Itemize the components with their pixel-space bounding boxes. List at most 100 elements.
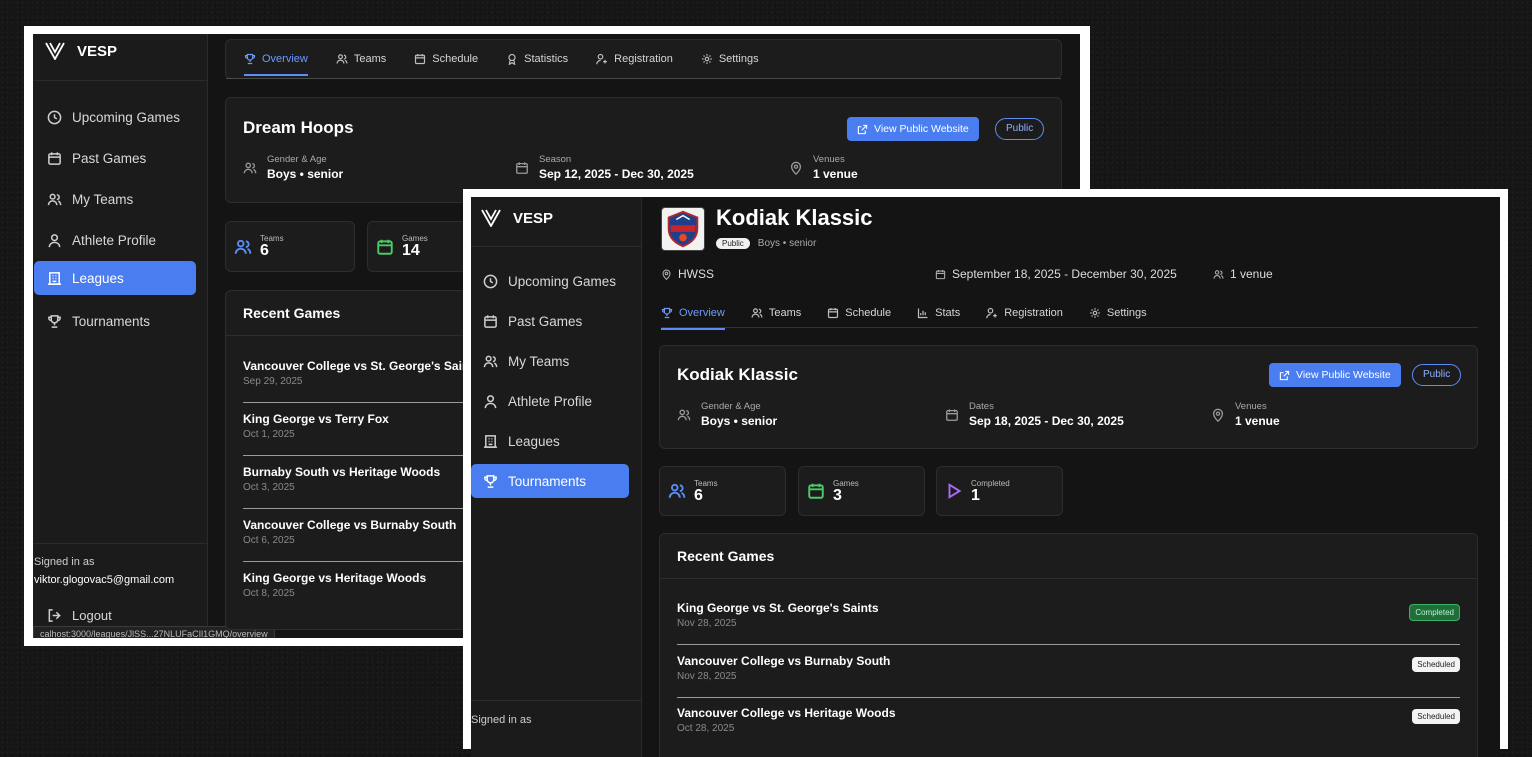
sidebar-item-label: Athlete Profile	[508, 393, 593, 409]
sidebar-item-leagues[interactable]: Leagues	[34, 261, 196, 295]
game-row[interactable]: King George vs St. George's Saints Nov 2…	[677, 601, 1460, 645]
external-link-icon	[857, 124, 868, 134]
status-badge: Completed	[1409, 604, 1460, 621]
sidebar-item-past-games[interactable]: Past Games	[473, 307, 631, 335]
sidebar-item-athlete-profile[interactable]: Athlete Profile	[37, 226, 197, 254]
public-badge: Public	[995, 118, 1045, 140]
meta-label: Gender & Age	[701, 401, 761, 412]
sidebar-item-leagues[interactable]: Leagues	[473, 427, 631, 455]
venue-count-text: 1 venue	[1230, 267, 1273, 281]
meta-dates: Dates Sep 18, 2025 - Dec 30, 2025	[945, 401, 1124, 428]
tab-label: Schedule	[845, 307, 892, 319]
shield-logo-icon	[667, 210, 699, 248]
tab-label: Settings	[718, 53, 759, 65]
sidebar-item-my-teams[interactable]: My Teams	[473, 347, 631, 375]
tab-label: Teams	[768, 307, 802, 319]
sidebar-item-upcoming-games[interactable]: Upcoming Games	[37, 103, 197, 131]
award-icon	[508, 53, 516, 65]
user-plus-icon	[986, 307, 998, 319]
brand-logo[interactable]: VESP	[45, 42, 117, 60]
map-pin-icon	[1212, 408, 1224, 422]
game-date: Nov 28, 2025	[677, 671, 737, 682]
trophy-icon	[484, 474, 497, 488]
stat-completed: Completed 1	[936, 466, 1063, 516]
sidebar-item-label: My Teams	[72, 191, 134, 207]
tab-schedule[interactable]: Schedule	[414, 53, 478, 65]
brand-name: VESP	[77, 42, 118, 60]
user-icon	[48, 233, 61, 247]
tab-label: Schedule	[432, 53, 479, 65]
dates-text: September 18, 2025 - December 30, 2025	[952, 267, 1177, 281]
meta-value: Sep 18, 2025 - Dec 30, 2025	[969, 414, 1124, 428]
meta-label: Venues	[1235, 401, 1267, 412]
meta-value: 1 venue	[1235, 414, 1280, 428]
status-badge: Scheduled	[1412, 709, 1460, 724]
tab-schedule[interactable]: Schedule	[827, 307, 891, 319]
stat-teams: Teams 6	[225, 221, 355, 272]
stat-games: Games 3	[798, 466, 925, 516]
league-title: Dream Hoops	[243, 118, 354, 137]
tab-teams[interactable]: Teams	[336, 53, 386, 65]
game-row[interactable]: Vancouver College vs Heritage Woods Oct …	[677, 706, 1460, 750]
brand-logo[interactable]: VESP	[481, 209, 553, 227]
trophy-icon	[48, 314, 61, 328]
brand-name: VESP	[513, 209, 554, 227]
sidebar-item-tournaments[interactable]: Tournaments	[37, 307, 197, 335]
tab-settings[interactable]: Settings	[1089, 307, 1147, 319]
tab-stats[interactable]: Stats	[917, 307, 960, 319]
tab-overview[interactable]: Overview	[661, 307, 725, 330]
game-name: Vancouver College vs Heritage Woods	[677, 706, 896, 720]
trophy-icon	[661, 307, 673, 319]
external-link-icon	[1279, 370, 1290, 380]
game-row[interactable]: Vancouver College vs Burnaby South Nov 2…	[677, 654, 1460, 698]
map-pin-icon	[790, 161, 802, 175]
tournament-info-card: Kodiak Klassic View Public Website Publi…	[659, 345, 1478, 449]
public-badge: Public	[1412, 364, 1462, 386]
calendar-icon	[828, 308, 839, 319]
sidebar-item-athlete-profile[interactable]: Athlete Profile	[473, 387, 631, 415]
view-public-website-button[interactable]: View Public Website	[1269, 363, 1401, 387]
sidebar-item-tournaments[interactable]: Tournaments	[471, 464, 629, 498]
signed-in-label: Signed in as	[471, 714, 532, 726]
logout-icon	[48, 609, 61, 622]
stat-value: 6	[694, 486, 703, 504]
tournament-tabs: Overview Teams Schedule Stats Registrati…	[661, 307, 1147, 330]
sidebar-item-label: Athlete Profile	[72, 232, 157, 248]
view-public-website-button[interactable]: View Public Website	[847, 117, 979, 141]
tournament-window: VESP Upcoming Games Past Games My Teams …	[463, 189, 1508, 757]
sidebar: VESP Upcoming Games Past Games My Teams …	[471, 197, 642, 757]
user-icon	[484, 394, 497, 408]
tab-statistics[interactable]: Statistics	[506, 53, 568, 65]
gear-icon	[701, 54, 712, 64]
play-icon	[948, 483, 962, 499]
recent-games-card: Recent Games King George vs St. George's…	[659, 533, 1478, 757]
meta-season: Season Sep 12, 2025 - Dec 30, 2025	[515, 154, 694, 181]
tab-registration[interactable]: Registration	[986, 307, 1063, 319]
tab-label: Settings	[1106, 307, 1147, 319]
sidebar-item-my-teams[interactable]: My Teams	[37, 185, 197, 213]
tab-settings[interactable]: Settings	[701, 53, 759, 65]
sidebar-item-upcoming-games[interactable]: Upcoming Games	[473, 267, 631, 295]
logout-button[interactable]: Logout	[47, 608, 112, 623]
tab-label: Registration	[1004, 307, 1063, 319]
tab-teams[interactable]: Teams	[751, 307, 801, 319]
tab-registration[interactable]: Registration	[596, 53, 673, 65]
tab-overview[interactable]: Overview	[244, 53, 308, 76]
divider	[471, 700, 641, 701]
calendar-icon	[415, 54, 426, 65]
users-icon	[243, 162, 257, 173]
sidebar: VESP Upcoming Games Past Games My Teams …	[33, 34, 208, 638]
building-icon	[483, 434, 498, 448]
sidebar-item-past-games[interactable]: Past Games	[37, 144, 197, 172]
game-name: King George vs St. George's Saints	[677, 601, 879, 615]
meta-label: Season	[539, 154, 572, 165]
tab-label: Teams	[353, 53, 387, 65]
tournament-window-content: VESP Upcoming Games Past Games My Teams …	[471, 197, 1500, 757]
users-icon	[751, 308, 763, 318]
game-name: Vancouver College vs Burnaby South	[677, 654, 891, 668]
tournament-location: HWSS	[661, 267, 714, 281]
meta-venues: Venues 1 venue	[1211, 401, 1280, 428]
gear-icon	[1090, 308, 1100, 318]
game-date: Nov 28, 2025	[677, 618, 737, 629]
league-tabs: Overview Teams Schedule Statistics Regis…	[244, 53, 759, 76]
